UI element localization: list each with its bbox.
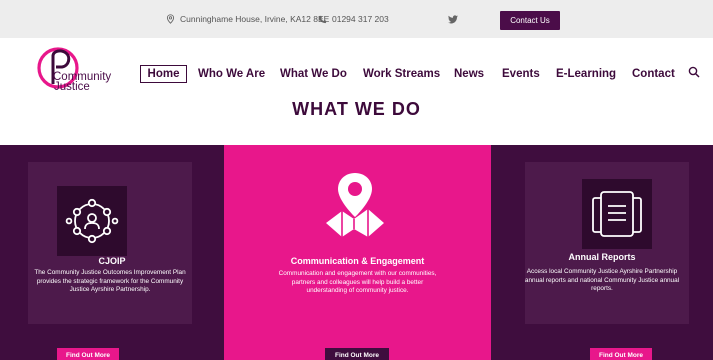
logo-wordmark: Community Justice xyxy=(53,71,111,93)
icon-box-communication xyxy=(320,169,390,239)
card-title-communication: Communication & Engagement xyxy=(290,256,425,266)
panel-annual-reports: Annual Reports Access local Community Ju… xyxy=(491,145,713,360)
twitter-link[interactable] xyxy=(448,0,463,38)
phone-text: 01294 317 203 xyxy=(332,14,389,24)
card-title-annual-reports: Annual Reports xyxy=(568,252,636,262)
page-title: WHAT WE DO xyxy=(292,99,421,119)
card-description-cjoip: The Community Justice Outcomes Improveme… xyxy=(34,269,186,294)
nav-item-news[interactable]: News xyxy=(454,65,484,83)
address-info: Cunninghame House, Irvine, KA12 8EE xyxy=(166,0,329,38)
find-out-more-communication-button[interactable]: Find Out More xyxy=(325,348,389,360)
network-people-icon xyxy=(65,198,119,244)
card-description-annual-reports: Access local Community Justice Ayrshire … xyxy=(524,268,680,293)
nav-item-who-we-are[interactable]: Who We Are xyxy=(198,65,265,83)
find-out-more-annual-reports-button[interactable]: Find Out More xyxy=(590,348,652,360)
logo-line-2: Justice xyxy=(54,81,90,93)
nav-item-e-learning[interactable]: E-Learning xyxy=(556,65,616,83)
nav-item-home[interactable]: Home xyxy=(140,65,187,83)
address-text: Cunninghame House, Irvine, KA12 8EE xyxy=(180,14,330,24)
find-out-more-cjoip-button[interactable]: Find Out More xyxy=(57,348,119,360)
nav-item-contact[interactable]: Contact xyxy=(632,65,675,83)
card-title-cjoip: CJOIP xyxy=(98,256,126,266)
card-cjoip xyxy=(28,162,192,324)
icon-box-cjoip xyxy=(57,186,127,256)
twitter-icon xyxy=(448,14,458,23)
nav-item-work-streams[interactable]: Work Streams xyxy=(363,65,440,83)
panel-communication-engagement: Communication & Engagement Communication… xyxy=(224,145,491,360)
search-icon[interactable] xyxy=(688,66,700,78)
nav-item-what-we-do[interactable]: What We Do xyxy=(280,65,347,83)
location-pin-icon xyxy=(166,14,175,24)
documents-icon xyxy=(592,191,642,237)
phone-icon xyxy=(318,15,327,23)
phone-info[interactable]: 01294 317 203 xyxy=(318,0,389,38)
card-description-communication: Communication and engagement with our co… xyxy=(278,270,437,295)
icon-box-annual-reports xyxy=(582,179,652,249)
nav-item-events[interactable]: Events xyxy=(502,65,540,83)
contact-us-button[interactable]: Contact Us xyxy=(500,11,560,30)
map-pin-icon xyxy=(326,173,384,237)
panel-cjoip: CJOIP The Community Justice Outcomes Imp… xyxy=(0,145,224,360)
top-bar: Cunninghame House, Irvine, KA12 8EE 0129… xyxy=(0,0,713,38)
card-annual-reports xyxy=(525,162,689,324)
